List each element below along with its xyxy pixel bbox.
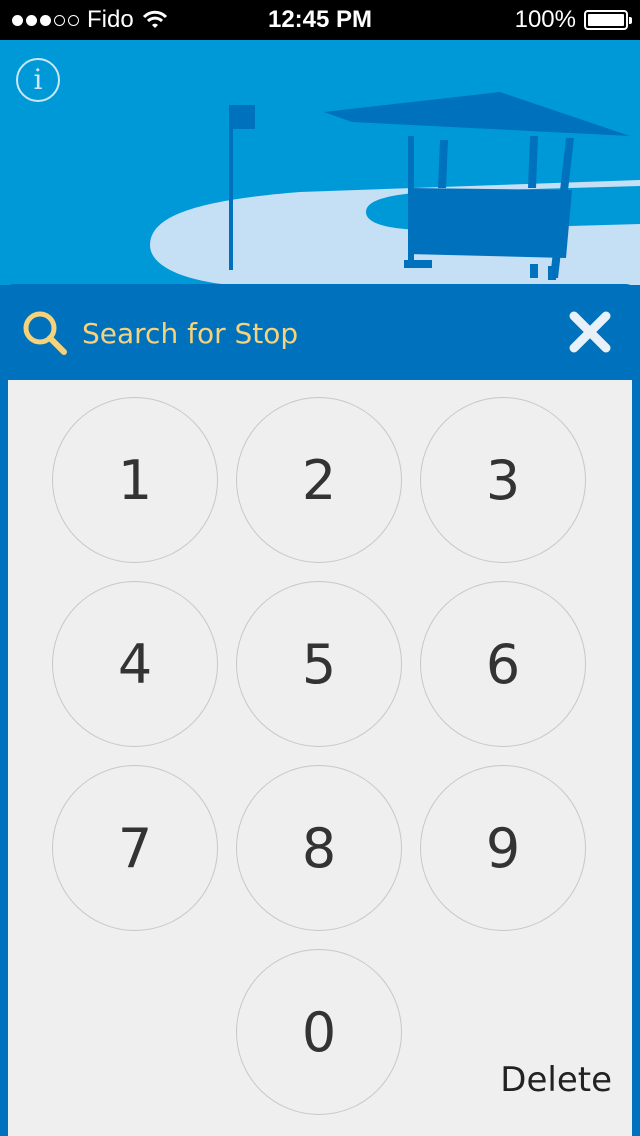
delete-button[interactable]: Delete [500,1060,612,1100]
info-button[interactable]: i [16,58,60,102]
status-right: 100% [514,6,632,34]
numeric-keypad: 1 2 3 4 5 6 7 8 9 0 Delete [8,380,632,1136]
key-4[interactable]: 4 [52,581,218,747]
key-8[interactable]: 8 [236,765,402,931]
app-screen: Fido 12:45 PM 100% i Search for Stop 1 2… [0,0,640,1136]
key-2[interactable]: 2 [236,397,402,563]
close-icon[interactable] [564,306,616,358]
search-icon [23,311,67,355]
key-1[interactable]: 1 [52,397,218,563]
key-0[interactable]: 0 [236,949,402,1115]
search-bar [4,284,636,380]
key-6[interactable]: 6 [420,581,586,747]
battery-percent: 100% [514,6,576,33]
key-7[interactable]: 7 [52,765,218,931]
key-5[interactable]: 5 [236,581,402,747]
header-illustration: i [0,40,640,285]
search-input[interactable] [80,310,544,356]
battery-icon [584,10,632,30]
search-panel: 1 2 3 4 5 6 7 8 9 0 Delete [4,284,636,1136]
key-3[interactable]: 3 [420,397,586,563]
key-9[interactable]: 9 [420,765,586,931]
bus-shelter-illustration [150,92,640,285]
status-bar: Fido 12:45 PM 100% [0,0,640,40]
